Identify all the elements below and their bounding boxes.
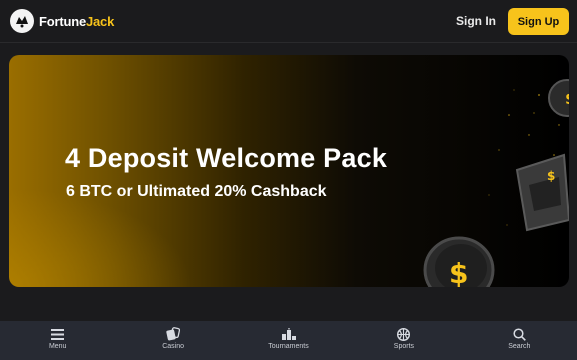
search-icon xyxy=(512,327,526,341)
banner-title: 4 Deposit Welcome Pack xyxy=(65,143,388,173)
top-header: FortuneJack Sign In Sign Up xyxy=(0,0,577,43)
coin-top-right: $ xyxy=(548,79,569,117)
tournaments-icon xyxy=(281,327,296,341)
fortunejack-logo[interactable]: FortuneJack xyxy=(10,9,114,33)
nav-item-tournaments[interactable]: Tournaments xyxy=(231,321,346,360)
nav-label-tournaments: Tournaments xyxy=(268,343,309,350)
banner-subtitle: 6 BTC or Ultimated 20% Cashback xyxy=(66,183,327,200)
svg-text:$: $ xyxy=(565,89,569,108)
coins-illustration: $ $ $ xyxy=(423,79,569,287)
nav-label-casino: Casino xyxy=(162,343,184,350)
svg-text:$: $ xyxy=(449,257,468,287)
sports-icon xyxy=(397,327,411,341)
logo-text: FortuneJack xyxy=(39,14,114,29)
logo-text-primary: Fortune xyxy=(39,13,86,29)
nav-label-search: Search xyxy=(508,343,531,350)
svg-text:$: $ xyxy=(547,169,555,183)
logo-text-accent: Jack xyxy=(85,13,115,29)
nav-item-menu[interactable]: Menu xyxy=(0,321,115,360)
menu-icon xyxy=(51,327,65,341)
casino-icon xyxy=(166,327,181,341)
nav-label-sports: Sports xyxy=(393,343,415,350)
coin-bottom: $ xyxy=(423,236,495,287)
nav-label-menu: Menu xyxy=(48,343,67,350)
main-content: 4 Deposit Welcome Pack 6 BTC or Ultimate… xyxy=(0,43,577,321)
wallet-shape: $ xyxy=(515,153,569,232)
nav-item-sports[interactable]: Sports xyxy=(346,321,461,360)
nav-item-casino[interactable]: Casino xyxy=(115,321,230,360)
nav-item-search[interactable]: Search xyxy=(462,321,577,360)
bottom-navigation: Menu Casino Tournaments Sports Search xyxy=(0,321,577,360)
logo-icon xyxy=(10,9,34,33)
sign-in-button[interactable]: Sign In xyxy=(450,11,502,31)
sign-up-button[interactable]: Sign Up xyxy=(508,8,569,35)
welcome-banner[interactable]: 4 Deposit Welcome Pack 6 BTC or Ultimate… xyxy=(9,55,569,287)
